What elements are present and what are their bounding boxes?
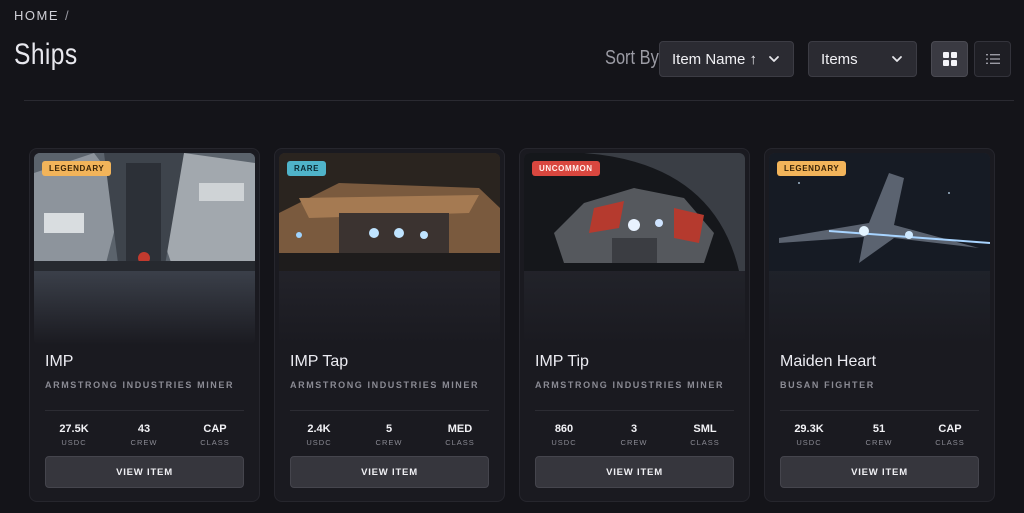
items-filter-select[interactable]: Items	[808, 41, 917, 77]
stat-usdc: 2.4K USDC	[289, 423, 349, 447]
stat-usdc: 27.5K USDC	[44, 423, 104, 447]
ship-image: LEGENDARY	[769, 153, 990, 345]
ship-name: IMP	[45, 353, 74, 370]
stat-value: 27.5K	[59, 423, 89, 435]
view-item-button[interactable]: VIEW ITEM	[45, 456, 244, 488]
chevron-down-icon	[769, 56, 779, 62]
stat-value: 29.3K	[794, 423, 824, 435]
stat-value: 2.4K	[307, 423, 331, 435]
breadcrumb: HOME /	[14, 8, 70, 23]
grid-view-button[interactable]	[931, 41, 968, 77]
stat-value: 860	[554, 423, 574, 435]
stat-value: MED	[447, 423, 473, 435]
ship-card[interactable]: LEGENDARY IMP ARMSTRONG INDUSTRIES MINER…	[29, 148, 260, 502]
stat-class: CAP CLASS	[185, 423, 245, 447]
view-item-button[interactable]: VIEW ITEM	[290, 456, 489, 488]
breadcrumb-separator: /	[65, 8, 71, 23]
ship-name: IMP Tip	[535, 353, 589, 370]
ship-subtitle: ARMSTRONG INDUSTRIES MINER	[535, 380, 725, 390]
stat-crew: 51 CREW	[849, 423, 909, 447]
stat-value: SML	[693, 423, 717, 435]
stat-value: 5	[385, 423, 393, 435]
ship-card[interactable]: UNCOMMON IMP Tip ARMSTRONG INDUSTRIES MI…	[519, 148, 750, 502]
stat-crew: 43 CREW	[114, 423, 174, 447]
ship-card[interactable]: RARE IMP Tap ARMSTRONG INDUSTRIES MINER …	[274, 148, 505, 502]
rarity-badge: UNCOMMON	[532, 161, 600, 176]
stats-divider	[780, 410, 979, 411]
stats-divider	[535, 410, 734, 411]
sort-select[interactable]: Item Name ↑	[659, 41, 794, 77]
sort-select-value: Item Name ↑	[672, 50, 758, 68]
stat-class: SML CLASS	[675, 423, 735, 447]
stat-value: CAP	[203, 423, 227, 435]
list-view-button[interactable]	[974, 41, 1011, 77]
view-item-button[interactable]: VIEW ITEM	[535, 456, 734, 488]
view-item-button[interactable]: VIEW ITEM	[780, 456, 979, 488]
stat-value: 3	[630, 423, 638, 435]
ship-name: IMP Tap	[290, 353, 349, 370]
sort-by-label: Sort By	[605, 47, 659, 69]
stat-usdc: 860 USDC	[534, 423, 594, 447]
stat-value: CAP	[938, 423, 962, 435]
stat-class: MED CLASS	[430, 423, 490, 447]
stat-label: CREW	[130, 438, 158, 447]
items-filter-value: Items	[821, 50, 858, 68]
stats-divider	[45, 410, 244, 411]
stat-label: CREW	[620, 438, 648, 447]
breadcrumb-home-link[interactable]: HOME	[14, 8, 59, 23]
stat-label: CLASS	[445, 438, 475, 447]
ship-subtitle: ARMSTRONG INDUSTRIES MINER	[45, 380, 235, 390]
stat-label: CLASS	[935, 438, 965, 447]
stat-value: 51	[872, 423, 886, 435]
stat-label: CLASS	[690, 438, 720, 447]
stat-usdc: 29.3K USDC	[779, 423, 839, 447]
stat-label: CLASS	[200, 438, 230, 447]
ship-name: Maiden Heart	[780, 353, 877, 370]
header-divider	[24, 100, 1014, 101]
stat-value: 43	[137, 423, 151, 435]
stat-label: USDC	[61, 438, 87, 447]
ship-subtitle: ARMSTRONG INDUSTRIES MINER	[290, 380, 480, 390]
rarity-badge: LEGENDARY	[777, 161, 847, 176]
stat-label: CREW	[375, 438, 403, 447]
ship-subtitle: BUSAN FIGHTER	[780, 380, 875, 390]
stat-label: USDC	[306, 438, 332, 447]
list-view-icon	[985, 54, 1000, 64]
stat-crew: 5 CREW	[359, 423, 419, 447]
chevron-down-icon	[892, 56, 902, 62]
stat-label: CREW	[865, 438, 893, 447]
ship-image: UNCOMMON	[524, 153, 745, 345]
stat-crew: 3 CREW	[604, 423, 664, 447]
stats-divider	[290, 410, 489, 411]
stat-class: CAP CLASS	[920, 423, 980, 447]
stat-label: USDC	[551, 438, 577, 447]
stat-label: USDC	[796, 438, 822, 447]
rarity-badge: LEGENDARY	[42, 161, 112, 176]
ship-card[interactable]: LEGENDARY Maiden Heart BUSAN FIGHTER 29.…	[764, 148, 995, 502]
ship-image: RARE	[279, 153, 500, 345]
grid-view-icon	[942, 52, 957, 66]
page-title: Ships	[14, 38, 78, 71]
rarity-badge: RARE	[287, 161, 327, 176]
ship-image: LEGENDARY	[34, 153, 255, 345]
